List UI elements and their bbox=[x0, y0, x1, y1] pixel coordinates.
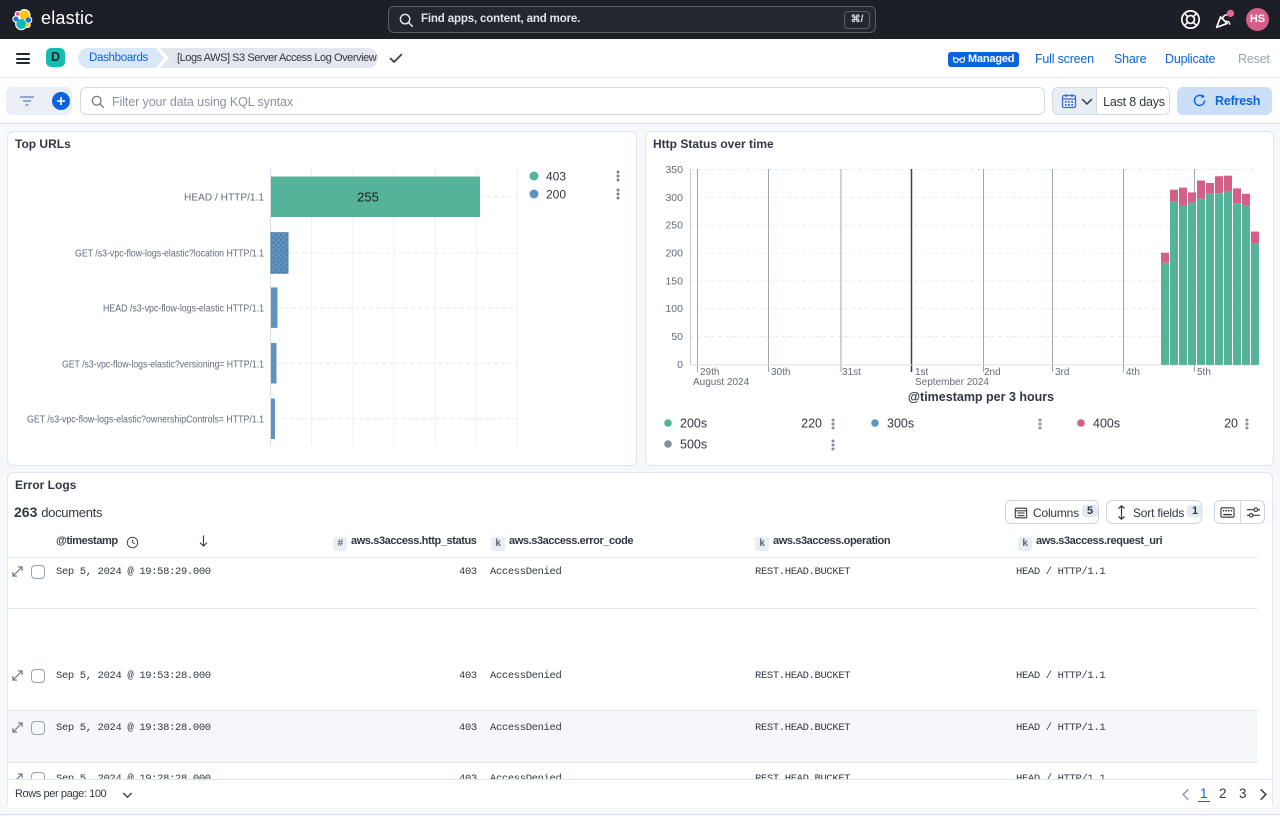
svg-text:September 2024: September 2024 bbox=[915, 377, 989, 388]
svg-text:500s: 500s bbox=[680, 438, 707, 452]
svg-text:220: 220 bbox=[801, 417, 822, 431]
svg-text:150: 150 bbox=[665, 275, 683, 287]
svg-text:3rd: 3rd bbox=[1055, 367, 1069, 378]
svg-text:4th: 4th bbox=[1126, 367, 1140, 378]
svg-text:2nd: 2nd bbox=[984, 367, 1001, 378]
svg-text:31st: 31st bbox=[842, 367, 861, 378]
svg-text:200s: 200s bbox=[680, 417, 707, 431]
svg-text:0: 0 bbox=[677, 359, 683, 371]
svg-text:@timestamp per 3 hours: @timestamp per 3 hours bbox=[908, 390, 1054, 404]
svg-text:100: 100 bbox=[665, 303, 683, 315]
svg-text:250: 250 bbox=[665, 220, 683, 232]
svg-text:300: 300 bbox=[665, 192, 683, 204]
svg-text:200: 200 bbox=[546, 188, 566, 202]
svg-text:403: 403 bbox=[546, 170, 566, 184]
svg-text:August 2024: August 2024 bbox=[693, 377, 750, 388]
svg-text:HEAD /s3-vpc-flow-logs-elastic: HEAD /s3-vpc-flow-logs-elastic HTTP/1.1 bbox=[103, 304, 264, 315]
svg-text:5th: 5th bbox=[1197, 367, 1211, 378]
svg-text:255: 255 bbox=[357, 190, 379, 205]
svg-text:GET /s3-vpc-flow-logs-elastic?: GET /s3-vpc-flow-logs-elastic?ownershipC… bbox=[27, 415, 264, 426]
svg-text:200: 200 bbox=[665, 248, 683, 260]
svg-text:300s: 300s bbox=[887, 417, 914, 431]
svg-text:HEAD / HTTP/1.1: HEAD / HTTP/1.1 bbox=[184, 193, 264, 204]
svg-text:GET /s3-vpc-flow-logs-elastic?: GET /s3-vpc-flow-logs-elastic?versioning… bbox=[62, 360, 264, 371]
svg-text:30th: 30th bbox=[771, 367, 790, 378]
svg-text:350: 350 bbox=[665, 164, 683, 176]
svg-text:50: 50 bbox=[671, 331, 683, 343]
svg-text:400s: 400s bbox=[1093, 417, 1120, 431]
svg-text:GET /s3-vpc-flow-logs-elastic?: GET /s3-vpc-flow-logs-elastic?location H… bbox=[75, 249, 264, 260]
svg-text:20: 20 bbox=[1224, 417, 1238, 431]
